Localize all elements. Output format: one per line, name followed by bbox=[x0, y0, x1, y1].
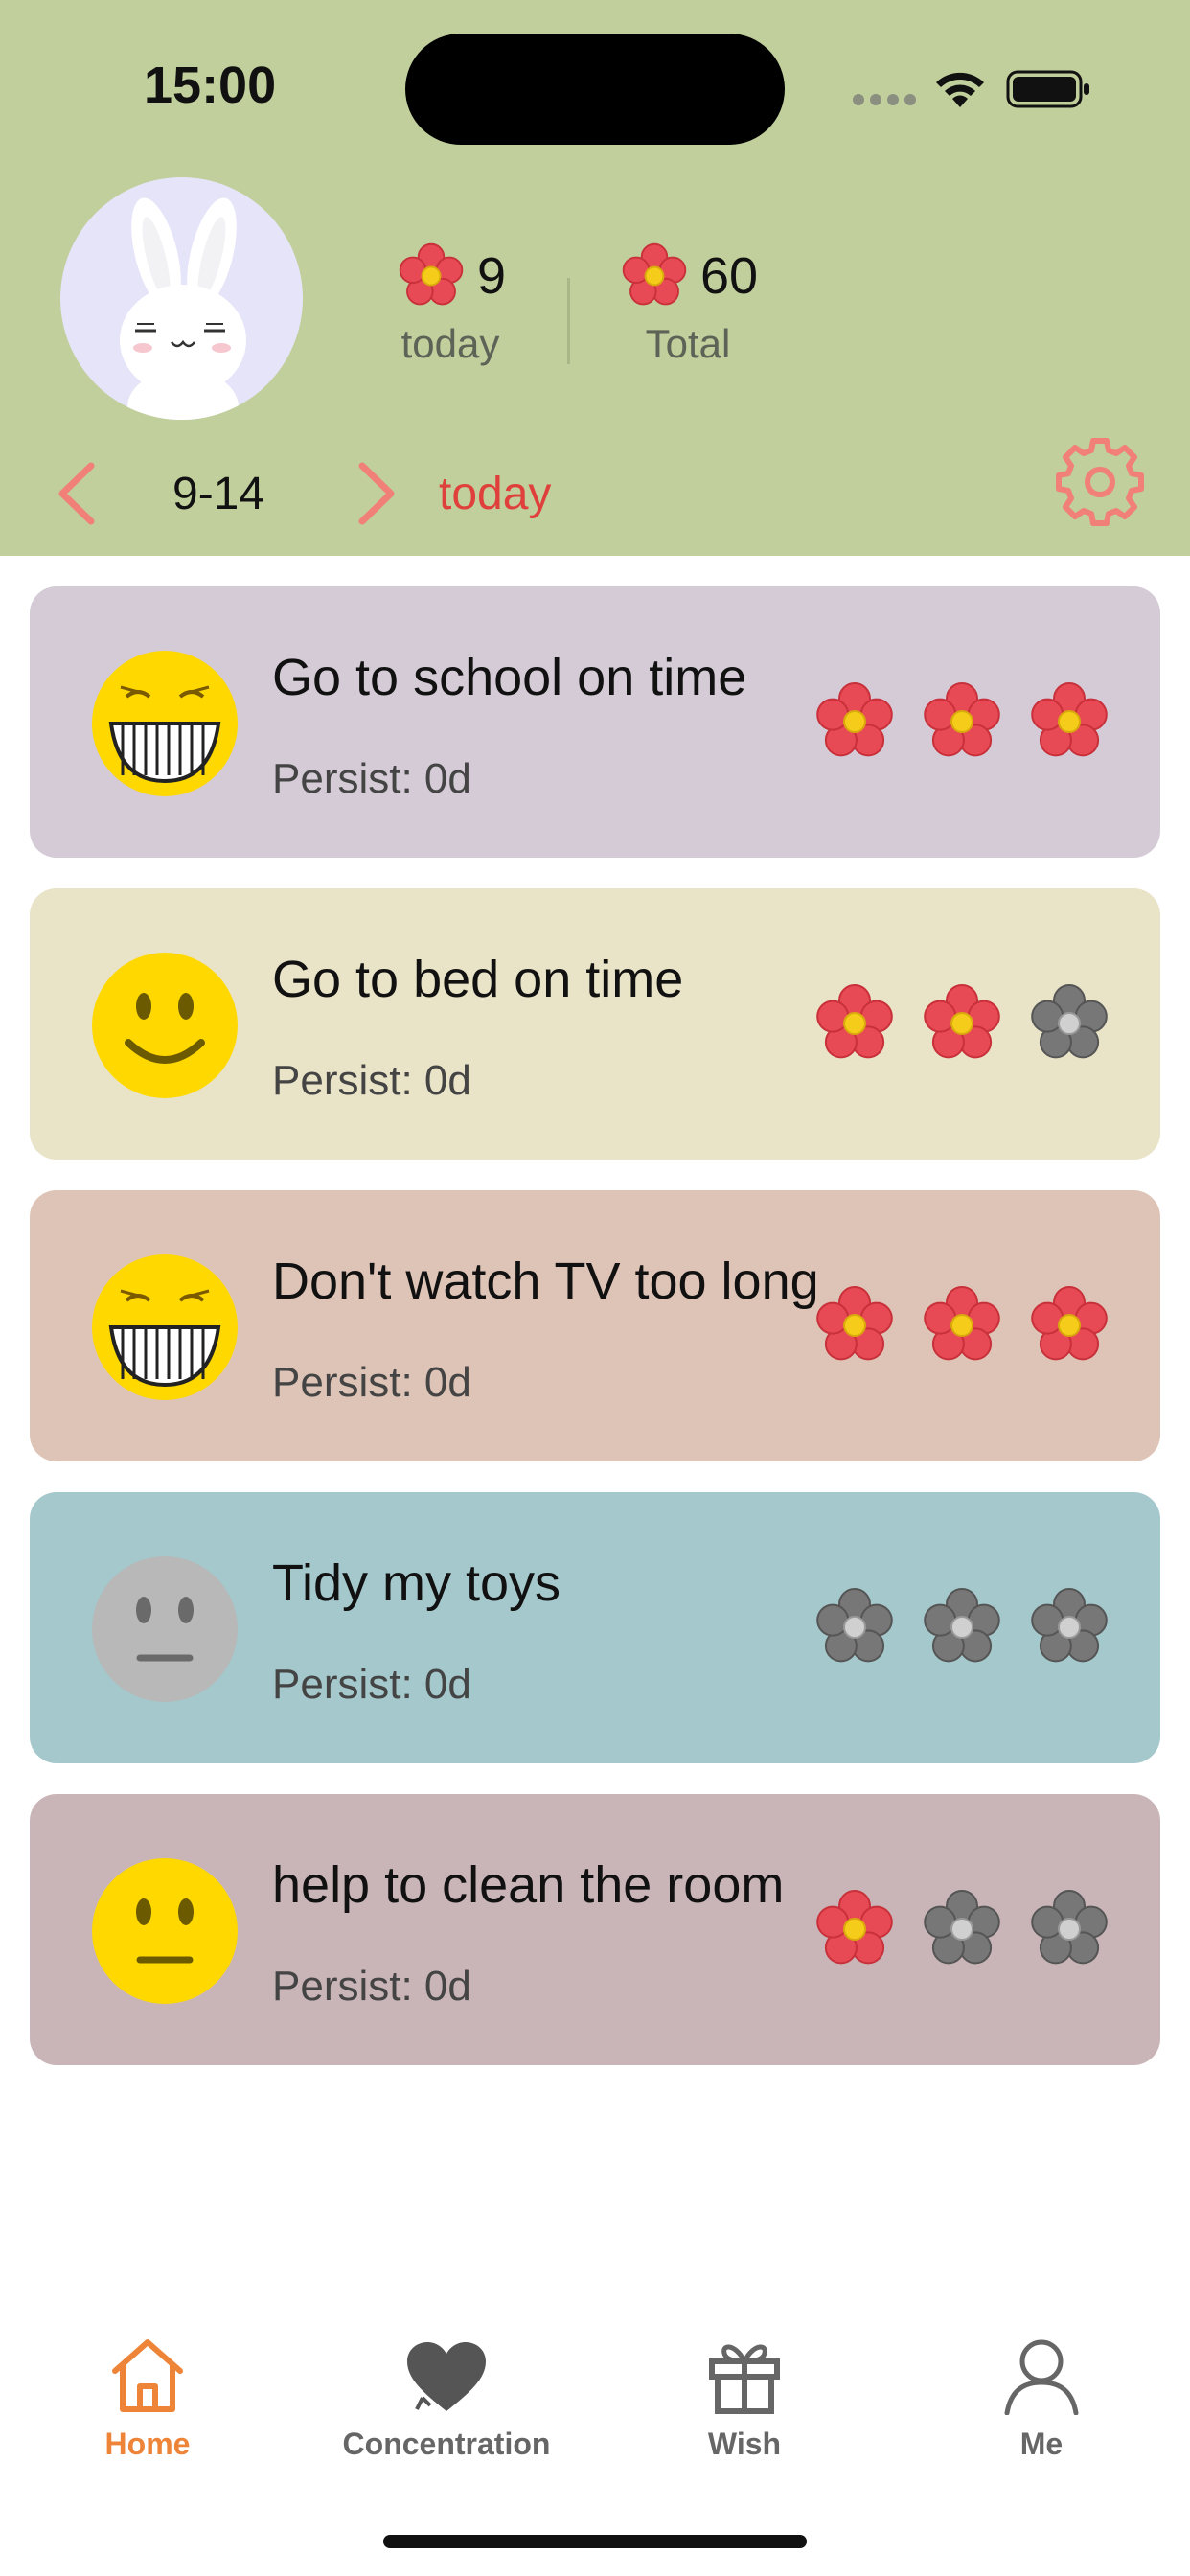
task-title: Go to school on time bbox=[272, 649, 747, 706]
task-card[interactable]: help to clean the room Persist: 0d bbox=[30, 1794, 1160, 2065]
tab-bar: Home Concentration Wish Me bbox=[0, 2319, 1190, 2492]
tab-me[interactable]: Me bbox=[898, 2319, 1185, 2462]
heart-icon bbox=[407, 2342, 486, 2411]
red-flower-icon bbox=[924, 682, 1000, 757]
grin-face-icon bbox=[92, 1254, 238, 1400]
task-face bbox=[90, 649, 240, 798]
gear-icon[interactable] bbox=[1054, 436, 1146, 528]
flower-empty[interactable] bbox=[919, 1886, 1005, 1977]
chevron-right-icon[interactable] bbox=[353, 460, 400, 527]
task-face bbox=[90, 951, 240, 1100]
task-persist: Persist: 0d bbox=[272, 1963, 471, 2010]
red-flower-icon bbox=[816, 1286, 893, 1361]
red-flower-icon bbox=[816, 984, 893, 1059]
task-face bbox=[90, 1253, 240, 1402]
tab-wish-label: Wish bbox=[707, 2426, 782, 2461]
battery-icon bbox=[1006, 70, 1089, 108]
person-icon bbox=[1004, 2339, 1079, 2415]
red-flower-icon bbox=[924, 984, 1000, 1059]
today-label: today bbox=[400, 321, 500, 366]
task-face bbox=[90, 1856, 240, 2006]
task-persist: Persist: 0d bbox=[272, 1057, 471, 1104]
task-face bbox=[90, 1554, 240, 1704]
task-list: Go to school on time Persist: 0d Go to be… bbox=[30, 586, 1160, 2096]
today-button[interactable]: today bbox=[439, 468, 551, 520]
home-indicator bbox=[383, 2535, 807, 2548]
flower-earned[interactable] bbox=[919, 1282, 1005, 1373]
grin-face-icon bbox=[92, 651, 238, 796]
today-count: 9 bbox=[476, 247, 507, 305]
flower-earned[interactable] bbox=[812, 678, 898, 770]
total-count: 60 bbox=[699, 247, 759, 305]
chevron-left-icon[interactable] bbox=[53, 460, 101, 527]
avatar[interactable] bbox=[60, 177, 303, 420]
flower-earned[interactable] bbox=[1026, 678, 1112, 770]
gray-flower-icon bbox=[924, 1588, 1000, 1663]
tab-home-label: Home bbox=[104, 2426, 191, 2461]
stat-divider bbox=[567, 278, 570, 364]
red-flower-icon bbox=[924, 1286, 1000, 1361]
wifi-icon bbox=[936, 72, 984, 107]
task-persist: Persist: 0d bbox=[272, 1359, 471, 1406]
tab-wish[interactable]: Wish bbox=[601, 2319, 888, 2462]
flower-empty[interactable] bbox=[812, 1584, 898, 1675]
task-flower-rating bbox=[812, 1282, 1112, 1373]
flower-earned[interactable] bbox=[919, 678, 1005, 770]
neutral-gray-face-icon bbox=[92, 1556, 238, 1702]
bunny-avatar-icon bbox=[120, 197, 246, 420]
task-persist: Persist: 0d bbox=[272, 755, 471, 802]
tab-concentration[interactable]: Concentration bbox=[303, 2319, 590, 2462]
today-stat: 9 today bbox=[364, 235, 537, 367]
flower-earned[interactable] bbox=[812, 1886, 898, 1977]
task-flower-rating bbox=[812, 980, 1112, 1071]
red-flower-icon bbox=[399, 242, 464, 306]
tab-concentration-label: Concentration bbox=[342, 2426, 551, 2461]
red-flower-icon bbox=[1031, 682, 1108, 757]
gray-flower-icon bbox=[1031, 1890, 1108, 1965]
task-flower-rating bbox=[812, 1584, 1112, 1675]
red-flower-icon bbox=[816, 682, 893, 757]
task-title: Go to bed on time bbox=[272, 951, 684, 1008]
flower-earned[interactable] bbox=[1026, 1282, 1112, 1373]
screen: 15:00 9 today 60 Total 9-14 today Go to … bbox=[0, 0, 1190, 2576]
task-flower-rating bbox=[812, 1886, 1112, 1977]
red-flower-icon bbox=[622, 242, 687, 306]
gray-flower-icon bbox=[816, 1588, 893, 1663]
tab-home[interactable]: Home bbox=[4, 2319, 291, 2462]
gray-flower-icon bbox=[924, 1890, 1000, 1965]
task-card[interactable]: Go to bed on time Persist: 0d bbox=[30, 888, 1160, 1160]
task-persist: Persist: 0d bbox=[272, 1661, 471, 1708]
cellular-signal-icon bbox=[853, 94, 916, 105]
tab-me-label: Me bbox=[1019, 2426, 1064, 2461]
total-stat: 60 Total bbox=[602, 235, 774, 367]
red-flower-icon bbox=[1031, 1286, 1108, 1361]
task-card[interactable]: Don't watch TV too long Persist: 0d bbox=[30, 1190, 1160, 1461]
task-title: Don't watch TV too long bbox=[272, 1253, 819, 1310]
flower-empty[interactable] bbox=[919, 1584, 1005, 1675]
smile-face-icon bbox=[92, 953, 238, 1098]
dynamic-island bbox=[405, 34, 785, 145]
header: 15:00 9 today 60 Total 9-14 today bbox=[0, 0, 1190, 556]
flower-empty[interactable] bbox=[1026, 1886, 1112, 1977]
task-title: Tidy my toys bbox=[272, 1554, 561, 1612]
gift-icon bbox=[709, 2344, 780, 2414]
task-card[interactable]: Tidy my toys Persist: 0d bbox=[30, 1492, 1160, 1763]
total-label: Total bbox=[645, 321, 731, 366]
home-icon bbox=[112, 2339, 183, 2412]
gray-flower-icon bbox=[1031, 1588, 1108, 1663]
red-flower-icon bbox=[816, 1890, 893, 1965]
task-title: help to clean the room bbox=[272, 1856, 785, 1914]
task-flower-rating bbox=[812, 678, 1112, 770]
status-time: 15:00 bbox=[144, 57, 277, 114]
flower-earned[interactable] bbox=[919, 980, 1005, 1071]
task-card[interactable]: Go to school on time Persist: 0d bbox=[30, 586, 1160, 858]
flower-earned[interactable] bbox=[812, 980, 898, 1071]
gray-flower-icon bbox=[1031, 984, 1108, 1059]
current-date: 9-14 bbox=[172, 469, 265, 519]
flower-empty[interactable] bbox=[1026, 1584, 1112, 1675]
flower-earned[interactable] bbox=[812, 1282, 898, 1373]
flower-empty[interactable] bbox=[1026, 980, 1112, 1071]
neutral-face-icon bbox=[92, 1858, 238, 2004]
